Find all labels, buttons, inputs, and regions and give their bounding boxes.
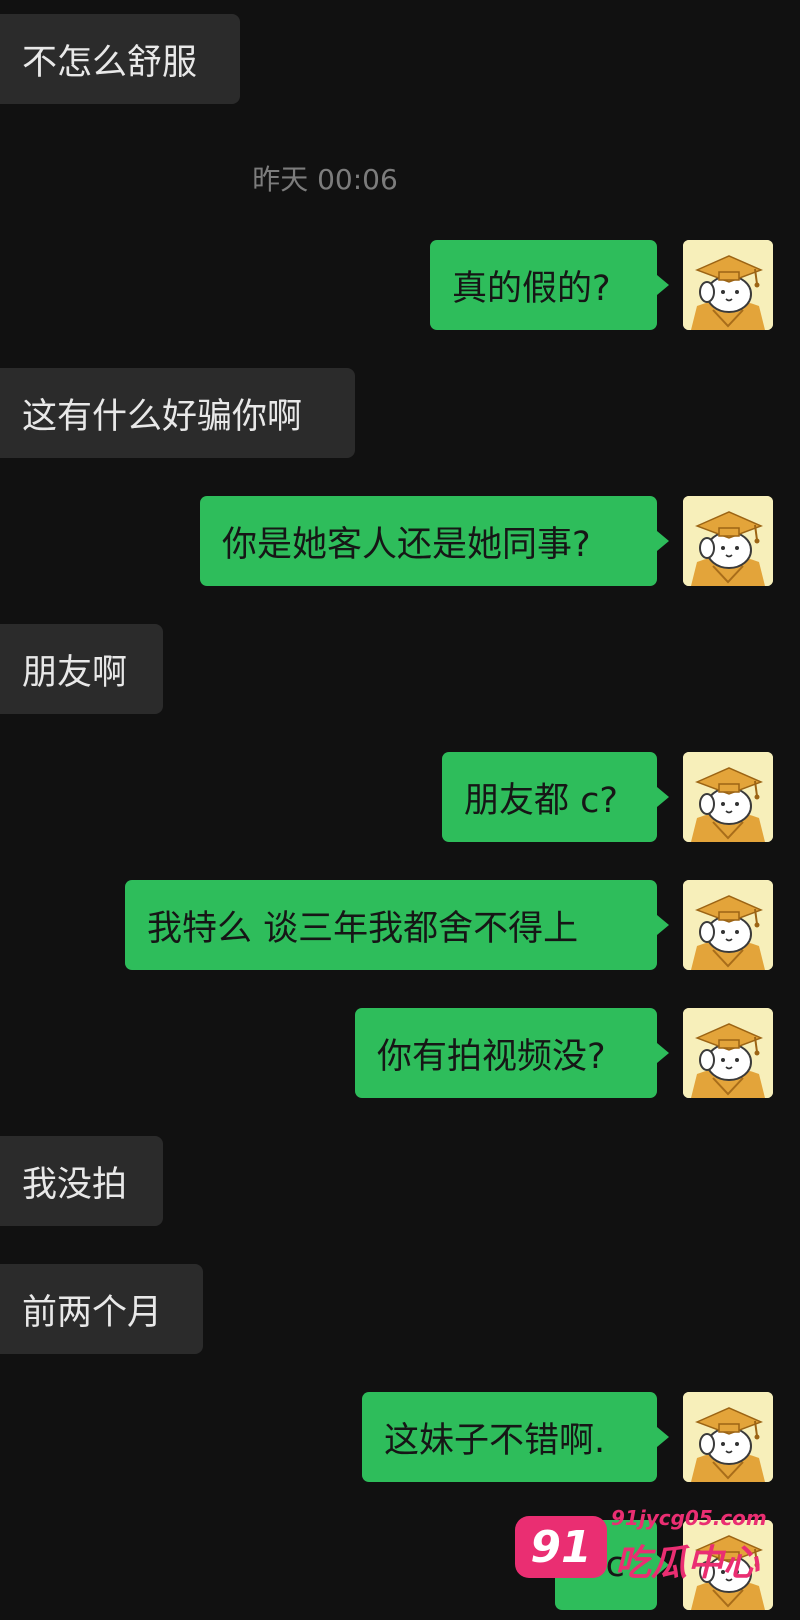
watermark-name: 吃瓜中心 [615,1543,760,1584]
message-bubble-incoming[interactable]: 前两个月 [0,1264,203,1354]
message-bubble-incoming[interactable]: 朋友啊 [0,624,163,714]
message-bubble-outgoing[interactable]: 真的假的? [430,240,669,330]
graduate-dog-icon [683,240,773,330]
graduate-dog-icon [683,1008,773,1098]
graduate-dog-icon [683,752,773,842]
watermark-badge: 91 [515,1516,607,1578]
message-bubble-outgoing[interactable]: 我特么 谈三年我都舍不得上 [125,880,669,970]
message-bubble-outgoing[interactable]: 你有拍视频没? [355,1008,669,1098]
avatar[interactable] [683,1008,773,1098]
message-bubble-incoming[interactable]: 不怎么舒服 [0,14,240,104]
graduate-dog-icon [683,1392,773,1482]
watermark-url: 91jycg05.com [611,1506,767,1530]
message-bubble-incoming[interactable]: 我没拍 [0,1136,163,1226]
avatar[interactable] [683,496,773,586]
chat-area[interactable]: 不怎么舒服 昨天 00:06 真的假的? 这有什么好骗你啊 你是她客人还是她同事… [0,0,800,1620]
avatar[interactable] [683,1392,773,1482]
avatar[interactable] [683,240,773,330]
avatar[interactable] [683,752,773,842]
message-timestamp: 昨天 00:06 [252,163,398,196]
message-bubble-outgoing[interactable]: 这妹子不错啊. [362,1392,669,1482]
site-watermark: 91 91jycg05.com 吃瓜中心 [515,1500,800,1600]
message-bubble-outgoing[interactable]: 你是她客人还是她同事? [200,496,669,586]
avatar[interactable] [683,880,773,970]
message-bubble-outgoing[interactable]: 朋友都 c? [442,752,669,842]
graduate-dog-icon [683,880,773,970]
message-bubble-incoming[interactable]: 这有什么好骗你啊 [0,368,355,458]
graduate-dog-icon [683,496,773,586]
